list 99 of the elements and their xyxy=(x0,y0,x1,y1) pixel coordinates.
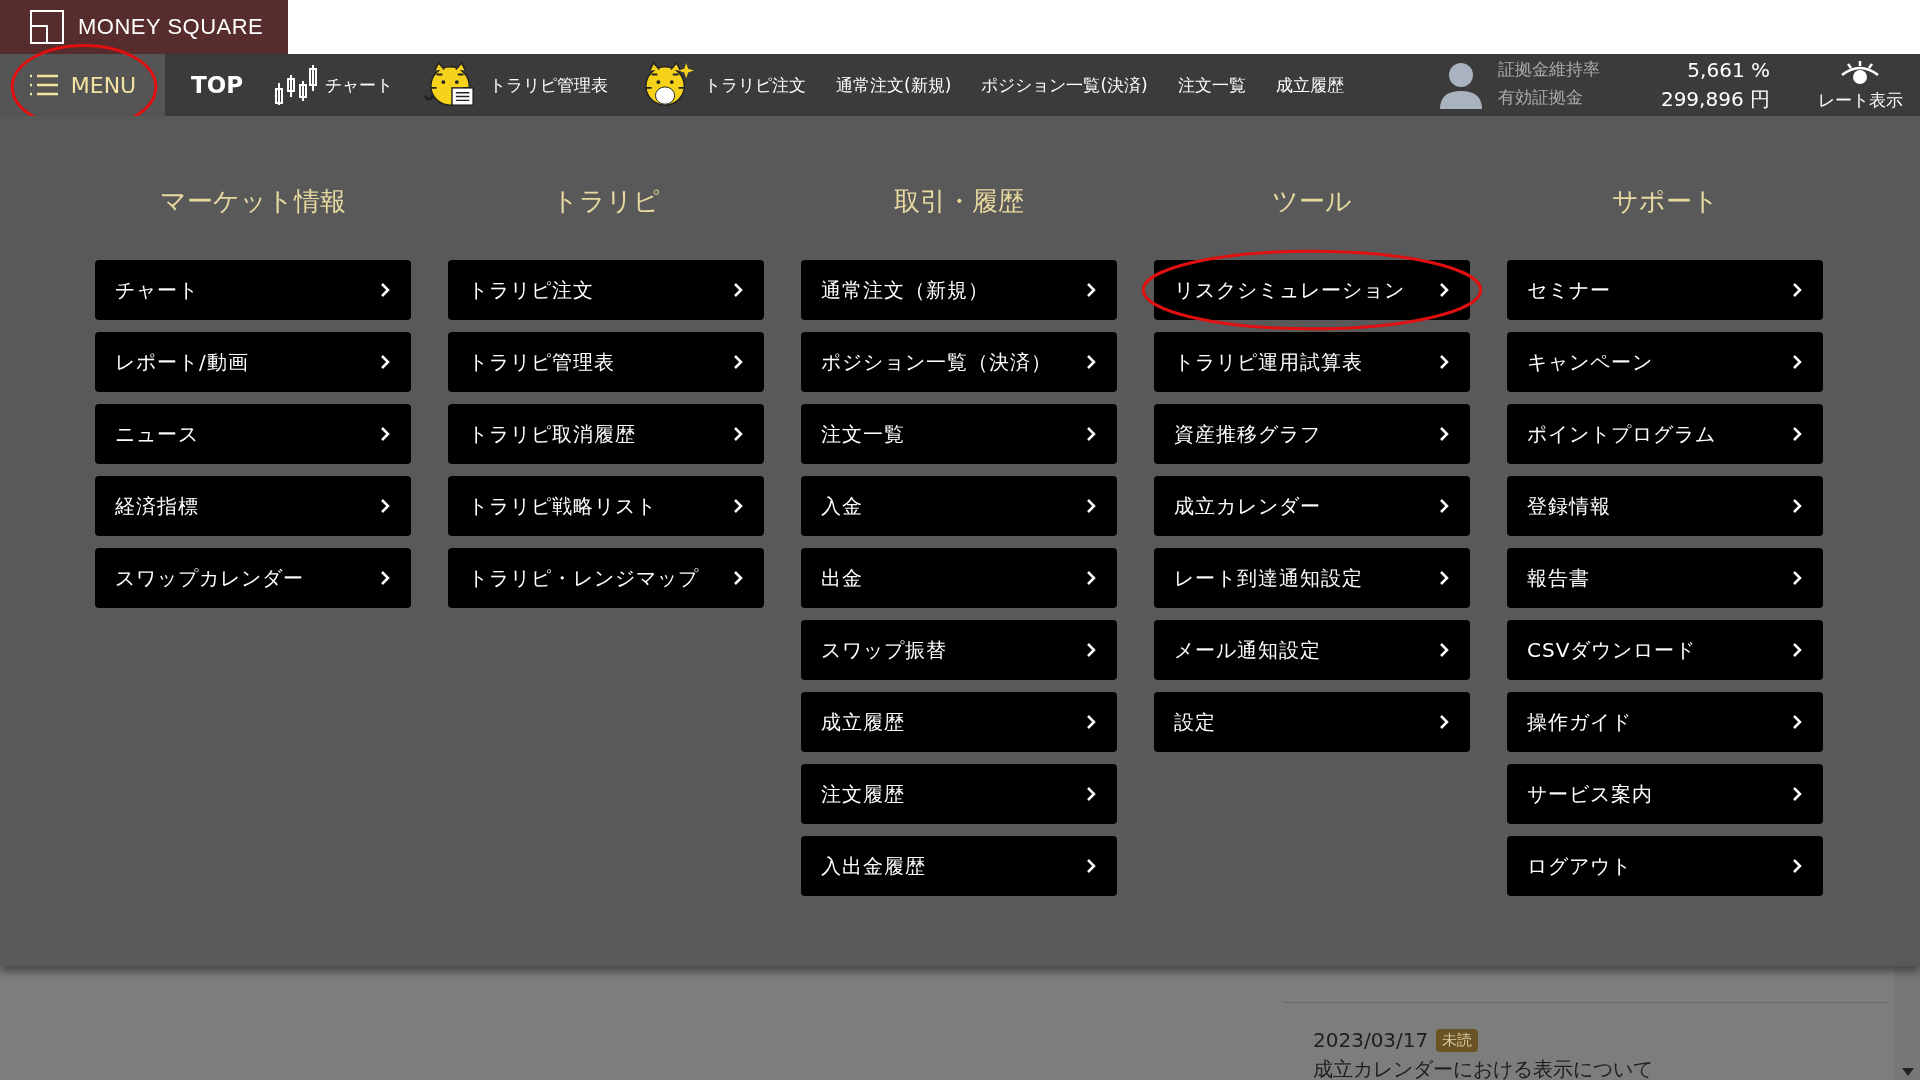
chevron-right-icon xyxy=(1438,282,1450,298)
news-title[interactable]: 成立カレンダーにおける表示について xyxy=(1313,1056,1653,1080)
menu-heading: トラリピ xyxy=(551,185,661,218)
menu-item[interactable]: 報告書 xyxy=(1507,548,1823,608)
account-value: 5,661 % xyxy=(1686,57,1770,82)
chevron-right-icon xyxy=(1085,498,1097,514)
candlestick-icon xyxy=(273,63,318,107)
account-value: 299,896 円 xyxy=(1659,85,1770,113)
nav-link[interactable]: TOP xyxy=(191,72,244,98)
menu-item[interactable]: トラリピ取消履歴 xyxy=(448,404,764,464)
menu-item[interactable]: サービス案内 xyxy=(1507,764,1823,824)
menu-item[interactable]: 設定 xyxy=(1154,692,1470,752)
nav-link[interactable]: チャート xyxy=(273,63,394,107)
menu-item[interactable]: 出金 xyxy=(801,548,1117,608)
menu-item[interactable]: ポイントプログラム xyxy=(1507,404,1823,464)
chevron-right-icon xyxy=(1791,354,1803,370)
menu-item[interactable]: トラリピ注文 xyxy=(448,260,764,320)
menu-item[interactable]: 入金 xyxy=(801,476,1117,536)
chevron-right-icon xyxy=(1438,570,1450,586)
chevron-right-icon xyxy=(1791,858,1803,874)
menu-button[interactable]: MENU xyxy=(0,54,165,116)
chevron-right-icon xyxy=(379,282,391,298)
menu-item[interactable]: ログアウト xyxy=(1507,836,1823,896)
account-label: 有効証拠金 xyxy=(1498,85,1584,109)
chevron-right-icon xyxy=(732,498,744,514)
menu-item[interactable]: メール通知設定 xyxy=(1154,620,1470,680)
chevron-right-icon xyxy=(1085,426,1097,442)
chevron-right-icon xyxy=(1438,354,1450,370)
unread-badge: 未読 xyxy=(1436,1028,1479,1052)
rate-display-toggle[interactable]: レート表示 xyxy=(1810,58,1910,112)
chevron-right-icon xyxy=(1438,426,1450,442)
menu-item[interactable]: 通常注文（新規） xyxy=(801,260,1117,320)
chevron-right-icon xyxy=(1791,714,1803,730)
menu-item[interactable]: CSVダウンロード xyxy=(1507,620,1823,680)
account-label: 証拠金維持率 xyxy=(1498,57,1600,81)
chevron-right-icon xyxy=(1791,282,1803,298)
chevron-right-icon xyxy=(1085,858,1097,874)
menu-item[interactable]: ポジション一覧（決済） xyxy=(801,332,1117,392)
chevron-right-icon xyxy=(1085,354,1097,370)
square-logo-icon xyxy=(30,10,64,44)
menu-heading: マーケット情報 xyxy=(159,185,347,218)
nav-link[interactable]: 通常注文(新規) xyxy=(836,73,952,97)
chevron-right-icon xyxy=(1791,426,1803,442)
chevron-right-icon xyxy=(379,570,391,586)
chevron-right-icon xyxy=(732,426,744,442)
menu-item[interactable]: 経済指標 xyxy=(95,476,411,536)
menu-heading: 取引・履歴 xyxy=(893,185,1025,218)
brand-name: MONEY SQUARE xyxy=(78,14,264,40)
menu-item[interactable]: レート到達通知設定 xyxy=(1154,548,1470,608)
chevron-right-icon xyxy=(1085,570,1097,586)
chevron-right-icon xyxy=(1791,570,1803,586)
menu-item[interactable]: ニュース xyxy=(95,404,411,464)
user-icon xyxy=(1438,61,1484,109)
menu-item[interactable]: 入出金履歴 xyxy=(801,836,1117,896)
scrollbar[interactable] xyxy=(1895,966,1920,1080)
menu-item[interactable]: トラリピ管理表 xyxy=(448,332,764,392)
menu-item[interactable]: スワップカレンダー xyxy=(95,548,411,608)
menu-item[interactable]: トラリピ戦略リスト xyxy=(448,476,764,536)
menu-heading: ツール xyxy=(1271,185,1353,218)
chevron-right-icon xyxy=(732,570,744,586)
menu-item[interactable]: リスクシミュレーション xyxy=(1154,260,1470,320)
menu-item[interactable]: トラリピ・レンジマップ xyxy=(448,548,764,608)
nav-link[interactable]: トラリピ注文 xyxy=(638,61,807,109)
chevron-right-icon xyxy=(1791,642,1803,658)
menu-item[interactable]: チャート xyxy=(95,260,411,320)
menu-item[interactable]: 注文一覧 xyxy=(801,404,1117,464)
nav-link[interactable]: ポジション一覧(決済) xyxy=(981,73,1148,97)
nav-link[interactable]: 注文一覧 xyxy=(1177,73,1246,97)
news-date: 2023/03/17 xyxy=(1313,1028,1429,1052)
chevron-right-icon xyxy=(379,426,391,442)
menu-item[interactable]: 資産推移グラフ xyxy=(1154,404,1470,464)
menu-item[interactable]: トラリピ運用試算表 xyxy=(1154,332,1470,392)
menu-item[interactable]: セミナー xyxy=(1507,260,1823,320)
nav-link[interactable]: トラリピ管理表 xyxy=(423,61,609,109)
scroll-down-arrow-icon[interactable] xyxy=(1902,1068,1914,1076)
menu-item[interactable]: スワップ振替 xyxy=(801,620,1117,680)
chevron-right-icon xyxy=(379,498,391,514)
chevron-right-icon xyxy=(1085,786,1097,802)
chevron-right-icon xyxy=(1085,642,1097,658)
menu-item[interactable]: 成立カレンダー xyxy=(1154,476,1470,536)
menu-item[interactable]: 注文履歴 xyxy=(801,764,1117,824)
chevron-right-icon xyxy=(1085,714,1097,730)
chevron-right-icon xyxy=(1438,642,1450,658)
chevron-right-icon xyxy=(1085,282,1097,298)
chevron-right-icon xyxy=(732,354,744,370)
chevron-right-icon xyxy=(732,282,744,298)
menu-item[interactable]: 操作ガイド xyxy=(1507,692,1823,752)
chevron-right-icon xyxy=(1791,786,1803,802)
nav-link[interactable]: 成立履歴 xyxy=(1275,73,1344,97)
chevron-right-icon xyxy=(1438,714,1450,730)
menu-item[interactable]: 登録情報 xyxy=(1507,476,1823,536)
menu-item[interactable]: 成立履歴 xyxy=(801,692,1117,752)
chevron-right-icon xyxy=(1791,498,1803,514)
menu-icon xyxy=(28,73,59,97)
menu-item[interactable]: レポート/動画 xyxy=(95,332,411,392)
chevron-right-icon xyxy=(379,354,391,370)
chevron-right-icon xyxy=(1438,498,1450,514)
menu-heading: サポート xyxy=(1610,185,1720,218)
menu-item[interactable]: キャンペーン xyxy=(1507,332,1823,392)
